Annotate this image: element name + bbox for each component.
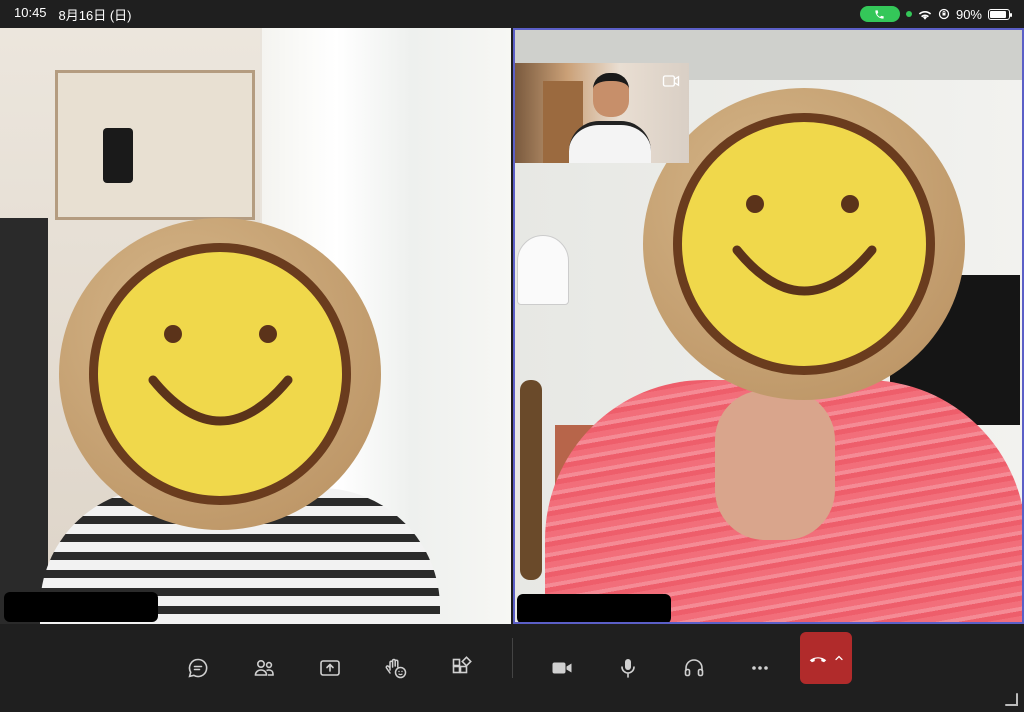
smiley-sticker-right [643,88,965,400]
hang-up-icon [809,657,827,663]
chat-button[interactable] [172,642,224,694]
status-time: 10:45 [14,4,47,20]
self-view[interactable] [515,63,689,163]
participant-name-left [4,592,158,622]
audio-device-icon [684,659,704,677]
mic-in-use-dot [905,11,912,17]
more-options-button[interactable] [734,642,786,694]
more-options-icon [752,666,768,670]
apps-button[interactable] [436,642,488,694]
people-button[interactable] [238,642,290,694]
control-divider [512,638,513,678]
active-call-pill[interactable] [859,6,900,22]
status-bar-left: 10:45 8月16日 (日) [14,5,132,24]
self-view-person [565,73,655,163]
video-tile-right[interactable] [513,28,1024,624]
hand [715,390,835,540]
share-screen-button[interactable] [304,642,356,694]
status-bar: 10:45 8月16日 (日) 90% [0,0,1024,28]
audio-device-button[interactable] [668,642,720,694]
resize-grip-icon[interactable] [1004,692,1018,706]
meeting-control-bar [0,624,1024,712]
guitar [520,380,542,580]
chevron-up-icon[interactable] [833,652,845,664]
wifi-icon [918,10,932,20]
framed-picture [55,70,255,220]
chat-icon [188,658,208,678]
hang-up-button[interactable] [800,632,852,684]
switch-camera-icon[interactable] [661,71,681,91]
share-screen-icon [320,660,340,676]
floor-lamp [517,235,569,305]
apps-icon [452,656,472,674]
microphone-button[interactable] [602,642,654,694]
people-icon [254,660,274,676]
participant-name-right [517,594,671,622]
camera-button[interactable] [536,642,588,694]
camera-icon [552,662,572,674]
status-date: 8月16日 (日) [58,7,132,23]
video-tile-left[interactable] [0,28,511,624]
dark-cabinet [0,218,48,624]
phone-icon [875,9,885,19]
battery-icon [988,8,1012,20]
battery-percent: 90% [955,6,982,22]
orientation-lock-icon [938,8,950,20]
reactions-icon [385,658,407,679]
status-bar-right: 90% [859,6,1012,22]
microphone-icon [621,659,635,678]
reactions-button[interactable] [370,642,422,694]
smiley-sticker-left [59,218,381,530]
